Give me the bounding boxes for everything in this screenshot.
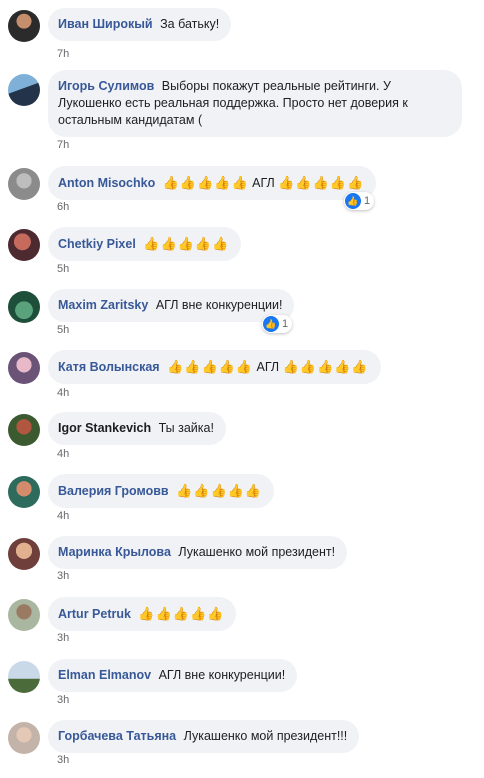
comment-bubble: Маринка Крылова Лукашенко мой президент! (48, 536, 348, 569)
thumbs-up-emoji: 👍👍👍👍👍 (143, 236, 230, 251)
comment: Artur Petruk 👍👍👍👍👍 3h (8, 597, 484, 655)
avatar[interactable] (8, 661, 40, 693)
reaction-count[interactable]: 👍 1 (344, 192, 375, 210)
thumbs-up-icon: 👍 (345, 193, 361, 209)
thumbs-up-emoji: 👍👍👍👍👍 (282, 359, 369, 374)
comment-author[interactable]: Elman Elmanov (58, 668, 151, 682)
comment: Elman Elmanov АГЛ вне конкуренции! 3h (8, 659, 484, 717)
reaction-count[interactable]: 👍 1 (262, 315, 293, 333)
comment-time[interactable]: 7h (57, 139, 69, 151)
comment-text: Лукашенко мой президент!!! (183, 729, 348, 743)
comment: Игорь Сулимов Выборы покажут реальные ре… (8, 70, 484, 156)
comment-bubble: Artur Petruk 👍👍👍👍👍 (48, 597, 237, 631)
comment-time[interactable]: 5h (57, 263, 69, 275)
comment-text: АГЛ (256, 360, 280, 374)
comment-text: За батьку! (160, 17, 220, 31)
comment: Горбачева Татьяна Лукашенко мой президен… (8, 720, 484, 778)
avatar[interactable] (8, 291, 40, 323)
comment-bubble: Elman Elmanov АГЛ вне конкуренции! (48, 659, 298, 692)
comment-bubble: Maxim Zaritsky АГЛ вне конкуренции! (48, 289, 295, 322)
comment-author[interactable]: Anton Misochko (58, 176, 155, 190)
avatar[interactable] (8, 538, 40, 570)
thumbs-up-emoji: 👍👍👍👍👍 (278, 175, 365, 190)
thumbs-up-emoji: 👍👍👍👍👍 (176, 483, 263, 498)
comment-bubble: Anton Misochko 👍👍👍👍👍 АГЛ 👍👍👍👍👍 (48, 166, 377, 200)
comment-author[interactable]: Igor Stankevich (58, 421, 151, 435)
comment-bubble: Горбачева Татьяна Лукашенко мой президен… (48, 720, 360, 753)
avatar[interactable] (8, 168, 40, 200)
comment-bubble: Валерия Громовв 👍👍👍👍👍 (48, 474, 275, 508)
comment: Igor Stankevich Ты зайка! 4h (8, 412, 484, 470)
comment-author[interactable]: Иван Широкый (58, 17, 153, 31)
comment: Маринка Крылова Лукашенко мой президент!… (8, 536, 484, 594)
avatar[interactable] (8, 10, 40, 42)
comment-author[interactable]: Маринка Крылова (58, 545, 171, 559)
comment-bubble: Chetkiy Pixel 👍👍👍👍👍 (48, 227, 242, 261)
comment-text: Ты зайка! (158, 421, 214, 435)
comment-bubble: Катя Волынская 👍👍👍👍👍 АГЛ 👍👍👍👍👍 (48, 350, 381, 384)
avatar[interactable] (8, 722, 40, 754)
comment-time[interactable]: 6h (57, 201, 69, 213)
avatar[interactable] (8, 229, 40, 261)
comment-bubble: Иван Широкый За батьку! (48, 8, 232, 41)
comments-feed: Иван Широкый За батьку! 7h Игорь Сулимов… (0, 0, 484, 777)
reaction-number: 1 (282, 318, 289, 330)
comment-author[interactable]: Валерия Громовв (58, 484, 169, 498)
comment-time[interactable]: 4h (57, 510, 69, 522)
comment-bubble: Igor Stankevich Ты зайка! (48, 412, 226, 445)
avatar[interactable] (8, 414, 40, 446)
comment-time[interactable]: 3h (57, 570, 69, 582)
reaction-number: 1 (364, 195, 371, 207)
avatar[interactable] (8, 476, 40, 508)
avatar[interactable] (8, 599, 40, 631)
thumbs-up-emoji: 👍👍👍👍👍 (138, 606, 225, 621)
comment: Валерия Громовв 👍👍👍👍👍 4h (8, 474, 484, 532)
comment-bubble: Игорь Сулимов Выборы покажут реальные ре… (48, 70, 462, 137)
thumbs-up-emoji: 👍👍👍👍👍 (167, 359, 254, 374)
comment-text: Лукашенко мой президент! (178, 545, 336, 559)
avatar[interactable] (8, 352, 40, 384)
comment-time[interactable]: 3h (57, 694, 69, 706)
comment-author[interactable]: Chetkiy Pixel (58, 237, 136, 251)
comment: Chetkiy Pixel 👍👍👍👍👍 5h (8, 227, 484, 285)
comment-time[interactable]: 7h (57, 48, 69, 60)
comment-text: АГЛ (252, 176, 275, 190)
comment-time[interactable]: 4h (57, 387, 69, 399)
comment-time[interactable]: 4h (57, 448, 69, 460)
avatar[interactable] (8, 74, 40, 106)
comment: Maxim Zaritsky АГЛ вне конкуренции! 5h 👍… (8, 289, 484, 347)
comment-author[interactable]: Игорь Сулимов (58, 79, 154, 93)
comment-time[interactable]: 3h (57, 754, 69, 766)
comment-author[interactable]: Maxim Zaritsky (58, 298, 148, 312)
comment-text: АГЛ вне конкуренции! (155, 298, 283, 312)
comment: Anton Misochko 👍👍👍👍👍 АГЛ 👍👍👍👍👍 6h 👍 1 (8, 166, 484, 224)
comment-author[interactable]: Катя Волынская (58, 360, 160, 374)
comment-author[interactable]: Artur Petruk (58, 607, 131, 621)
comment-author[interactable]: Горбачева Татьяна (58, 729, 176, 743)
thumbs-up-icon: 👍 (263, 316, 279, 332)
comment-text: АГЛ вне конкуренции! (158, 668, 286, 682)
comment: Иван Широкый За батьку! 7h (8, 8, 484, 66)
comment: Катя Волынская 👍👍👍👍👍 АГЛ 👍👍👍👍👍 4h (8, 350, 484, 408)
comment-time[interactable]: 3h (57, 632, 69, 644)
comment-time[interactable]: 5h (57, 324, 69, 336)
thumbs-up-emoji: 👍👍👍👍👍 (162, 175, 249, 190)
